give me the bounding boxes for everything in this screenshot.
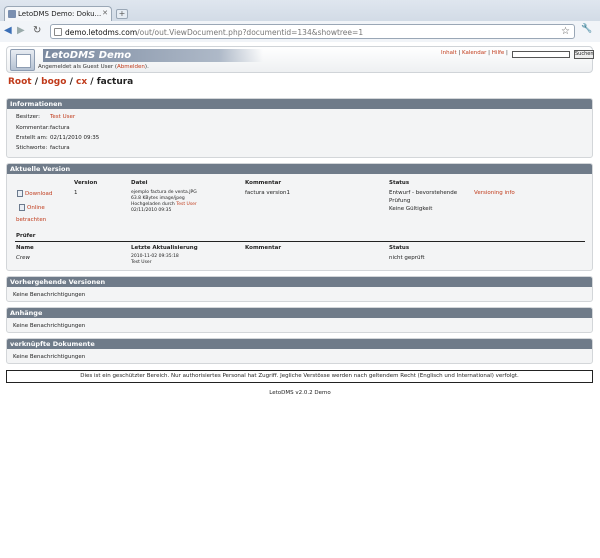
favicon-icon	[8, 10, 16, 18]
address-bar[interactable]: demo.letodms.com/out/out.ViewDocument.ph…	[50, 24, 575, 39]
page-content: LetoDMS Demo Angemeldet als Guest User (…	[0, 42, 600, 558]
status-line-3: Keine Gültigkeit	[389, 206, 433, 212]
logout-link[interactable]: Abmelden	[117, 64, 145, 70]
crumb-cx[interactable]: cx	[76, 77, 87, 87]
uploader-link[interactable]: Test User	[176, 202, 197, 207]
crumb-current: factura	[96, 77, 134, 87]
col-file: Datei	[131, 180, 148, 186]
linked-empty-text: Keine Benachrichtigungen	[13, 354, 86, 360]
status-line-2: Prüfung	[389, 198, 411, 204]
col-status: Status	[389, 180, 410, 186]
uploaded-prefix: Hochgeladen durch	[131, 202, 177, 207]
crumb-bogo[interactable]: bogo	[41, 77, 66, 87]
download-label: Download	[25, 191, 53, 197]
current-version-section: Aktuelle Version Version Datei Kommentar…	[6, 163, 593, 271]
search-button[interactable]: Suchen	[574, 50, 594, 59]
keywords-label: Stichworte:	[16, 145, 48, 151]
online-view-label-2[interactable]: betrachten	[16, 217, 46, 223]
review-user: Test User	[131, 260, 152, 265]
browser-tab[interactable]: LetoDMS Demo: Doku... ✕	[4, 6, 112, 21]
rev-col-updated: Letzte Aktualisierung	[131, 245, 198, 251]
breadcrumb: Root / bogo / cx / factura	[8, 77, 133, 87]
url-path: /out/out.ViewDocument.php?documentid=134…	[137, 28, 364, 37]
reload-icon[interactable]: ↻	[33, 25, 41, 37]
link-hilfe[interactable]: Hilfe	[492, 50, 505, 56]
version-number: 1	[74, 190, 78, 196]
status-line-1: Entwurf - bevorstehende	[389, 190, 458, 196]
tab-title: LetoDMS Demo: Doku...	[18, 10, 102, 18]
login-info: Angemeldet als Guest User (Abmelden).	[38, 64, 149, 70]
browser-chrome: LetoDMS Demo: Doku... ✕ + ◀ ▶ ↻ demo.let…	[0, 0, 600, 42]
rev-col-name: Name	[16, 245, 34, 251]
uploaded-date: 02/11/2010 09:35	[131, 208, 172, 213]
app-title: LetoDMS Demo	[43, 49, 263, 62]
comment-label: Kommentar:	[16, 125, 50, 131]
search-input[interactable]	[512, 51, 570, 58]
comment-value: factura	[50, 125, 70, 131]
version-comment: factura version1	[245, 190, 290, 196]
review-date: 2010-11-02 09:35:18	[131, 254, 179, 259]
app-header: LetoDMS Demo Angemeldet als Guest User (…	[6, 46, 594, 73]
attachments-section: Anhänge Keine Benachrichtigungen	[6, 307, 593, 333]
rev-col-status: Status	[389, 245, 410, 251]
linked-documents-section: verknüpfte Dokumente Keine Benachrichtig…	[6, 338, 593, 364]
previous-versions-section: Vorhergehende Versionen Keine Benachrich…	[6, 276, 593, 302]
section-title: Vorhergehende Versionen	[7, 277, 592, 287]
online-label: Online	[27, 205, 45, 211]
crumb-root[interactable]: Root	[8, 77, 32, 87]
back-arrow-icon[interactable]: ◀	[4, 25, 12, 37]
section-title: Aktuelle Version	[7, 164, 592, 174]
previous-empty-text: Keine Benachrichtigungen	[13, 292, 86, 298]
forward-arrow-icon[interactable]: ▶	[17, 25, 25, 37]
keywords-value: factura	[50, 145, 70, 151]
section-title: verknüpfte Dokumente	[7, 339, 592, 349]
download-icon	[17, 190, 23, 197]
link-inhalt[interactable]: Inhalt	[441, 50, 457, 56]
link-kalendar[interactable]: Kalendar	[462, 50, 486, 56]
version-footer: LetoDMS v2.0.2 Demo	[269, 390, 331, 396]
reviewer-name: Crew	[16, 255, 30, 261]
created-value: 02/11/2010 09:35	[50, 135, 100, 141]
crumb-sep: /	[31, 77, 42, 87]
review-status: nicht geprüft	[389, 255, 425, 261]
page-icon	[54, 28, 62, 36]
login-suffix: ).	[144, 64, 149, 70]
url-host: demo.letodms.com	[65, 28, 138, 37]
logo-icon	[10, 49, 35, 71]
section-title: Anhänge	[7, 308, 592, 318]
login-prefix: Angemeldet als Guest User (	[38, 64, 118, 70]
file-name: ejemplo factura de venta.JPG	[131, 190, 197, 195]
col-version: Version	[74, 180, 98, 186]
attachments-empty-text: Keine Benachrichtigungen	[13, 323, 86, 329]
created-label: Erstellt am:	[16, 135, 48, 141]
navigation-bar: ◀ ▶ ↻ demo.letodms.com/out/out.ViewDocum…	[0, 21, 600, 42]
owner-label: Besitzer:	[16, 114, 40, 120]
disclaimer-notice: Dies ist ein geschützter Bereich. Nur au…	[6, 370, 593, 383]
crumb-sep: /	[66, 77, 76, 87]
rev-col-comment: Kommentar	[245, 245, 282, 251]
owner-value[interactable]: Test User	[50, 114, 75, 120]
crumb-sep: /	[87, 77, 97, 87]
download-link[interactable]: Download	[17, 190, 52, 197]
reviewers-title: Prüfer	[16, 233, 36, 239]
divider	[15, 241, 585, 242]
close-tab-icon[interactable]: ✕	[102, 9, 108, 17]
uploaded-by: Hochgeladen durch Test User	[131, 202, 197, 207]
bookmark-star-icon[interactable]: ☆	[561, 26, 570, 37]
new-tab-button[interactable]: +	[116, 9, 128, 19]
online-view-link[interactable]: Online	[19, 204, 45, 211]
section-title: Informationen	[7, 99, 592, 109]
wrench-icon[interactable]: 🔧	[581, 24, 592, 34]
top-links: Inhalt | Kalendar | Hilfe |	[441, 50, 508, 56]
view-icon	[19, 204, 25, 211]
col-comment: Kommentar	[245, 180, 282, 186]
file-size: 63.8 KBytes image/jpeg	[131, 196, 185, 201]
versioning-info-link[interactable]: Versioning info	[474, 190, 515, 196]
info-section: Informationen Besitzer: Test User Kommen…	[6, 98, 593, 158]
